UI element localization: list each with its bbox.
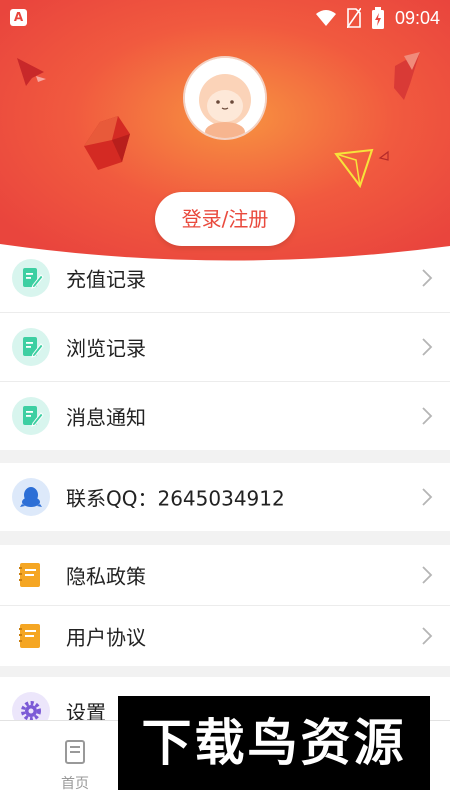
chevron-right-icon: [422, 566, 433, 584]
battery-charging-icon: [371, 7, 384, 29]
notebook-icon: [12, 617, 50, 655]
menu-item-label: 充值记录: [66, 267, 146, 292]
menu-item-user-agreement[interactable]: 用户协议: [0, 606, 450, 666]
note-edit-icon: [12, 259, 50, 297]
policy-group: 隐私政策 用户协议: [0, 545, 450, 666]
watermark-banner: 下载鸟资源: [118, 696, 430, 790]
status-time: 09:04: [394, 7, 440, 28]
chevron-right-icon: [422, 488, 433, 506]
avatar[interactable]: [183, 56, 267, 140]
note-edit-icon: [12, 328, 50, 366]
chevron-right-icon: [422, 407, 433, 425]
chevron-right-icon: [422, 269, 433, 287]
contact-group: 联系QQ：2645034912: [0, 463, 450, 531]
menu-item-message-notifications[interactable]: 消息通知: [0, 382, 450, 450]
home-notebook-icon: [65, 740, 85, 764]
note-edit-icon: [12, 397, 50, 435]
menu-item-label: 浏览记录: [66, 336, 146, 361]
menu-item-label: 联系QQ：2645034912: [66, 486, 285, 511]
menu-item-label: 隐私政策: [66, 564, 146, 589]
status-icons: 09:04: [315, 6, 440, 30]
profile-header: 登录/注册: [0, 0, 450, 262]
no-sim-icon: [346, 8, 361, 28]
menu-item-privacy-policy[interactable]: 隐私政策: [0, 545, 450, 606]
menu-item-label: 用户协议: [66, 625, 146, 650]
chevron-right-icon: [422, 627, 433, 645]
status-bar: A 09:04: [0, 0, 450, 36]
tab-home[interactable]: 首页: [40, 739, 110, 793]
tab-label: 首页: [61, 776, 89, 792]
wifi-icon: [315, 10, 336, 26]
menu-item-label: 消息通知: [66, 405, 146, 430]
app-badge-icon: A: [10, 9, 27, 26]
records-group: 充值记录 浏览记录 消息通知: [0, 244, 450, 450]
avatar-mascot-icon: [185, 58, 265, 138]
menu-item-browse-history[interactable]: 浏览记录: [0, 313, 450, 382]
login-register-button[interactable]: 登录/注册: [155, 192, 295, 246]
notebook-icon: [12, 556, 50, 594]
qq-penguin-icon: [12, 478, 50, 516]
menu-item-contact-qq[interactable]: 联系QQ：2645034912: [0, 463, 450, 531]
chevron-right-icon: [422, 338, 433, 356]
